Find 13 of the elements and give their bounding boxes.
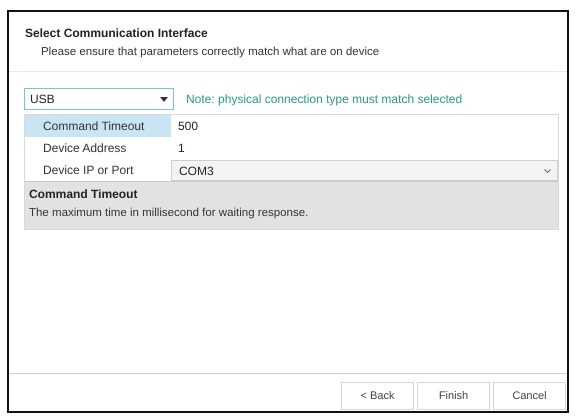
page-title: Select Communication Interface [25,25,209,42]
wizard-button[interactable]: < Back [341,382,414,410]
chevron-icon [544,168,551,173]
property-dropdown[interactable]: COM3 [171,160,558,182]
interface-dropdown[interactable]: USB [24,88,174,110]
property-label[interactable]: Command Timeout [25,115,171,138]
wizard-button[interactable]: Finish [417,382,490,410]
page-subtitle: Please ensure that parameters correctly match what are on device [40,45,380,60]
description-title: Command Timeout [29,186,138,204]
caret-icon [160,96,168,102]
wizard-button[interactable]: Cancel [493,382,566,410]
description-text: The maximum time in millisecond for waiting response. [29,206,310,222]
connection-note: Note: physical connection type must match selected [186,91,462,108]
